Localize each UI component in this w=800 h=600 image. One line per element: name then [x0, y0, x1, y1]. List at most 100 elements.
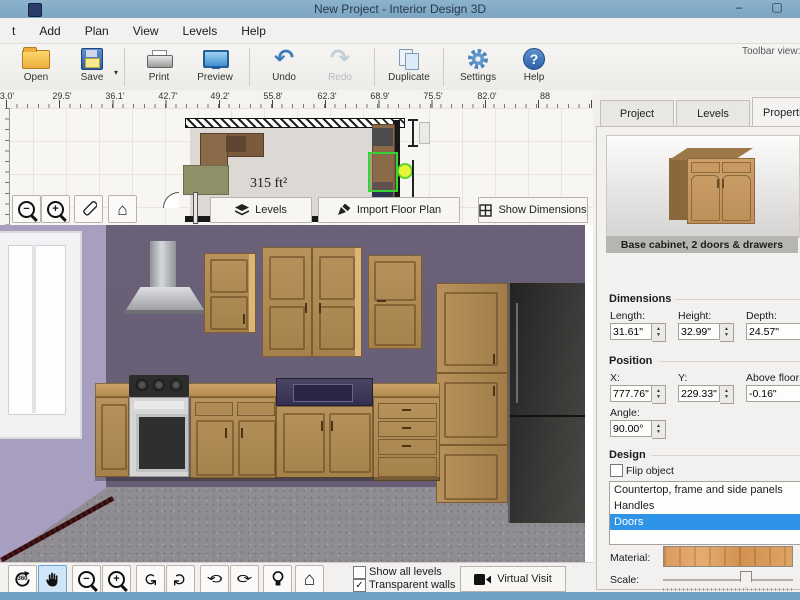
- material-swatch[interactable]: [663, 546, 793, 567]
- tab-project[interactable]: Project: [600, 100, 674, 126]
- print-button[interactable]: Print: [131, 44, 187, 90]
- orbit-right-button[interactable]: ⟳: [230, 565, 259, 593]
- refrigerator[interactable]: [508, 283, 585, 523]
- ruler-label: 49.2': [202, 91, 238, 101]
- ruler-label: 55.8': [255, 91, 291, 101]
- plan-selected-cabinet[interactable]: [368, 152, 398, 192]
- base-cabinet-drawer-stack[interactable]: [373, 397, 440, 481]
- toolbar-separator: [443, 48, 444, 86]
- spinner[interactable]: ▲▼: [720, 385, 734, 404]
- rotate-right-button[interactable]: ↻: [166, 565, 195, 593]
- tall-cabinet[interactable]: [436, 283, 508, 503]
- minimize-button[interactable]: –: [730, 1, 748, 15]
- main-toolbar: Open Save ▾ Print Preview ↶ Undo ↷ Redo …: [0, 44, 800, 91]
- burner: [136, 379, 148, 391]
- menu-item-plan[interactable]: Plan: [75, 21, 119, 41]
- preview-cabinet-front: [687, 158, 755, 224]
- plan-hood[interactable]: [372, 128, 393, 146]
- spinner[interactable]: ▲▼: [652, 420, 666, 439]
- menu-item-view[interactable]: View: [123, 21, 169, 41]
- flip-object-checkbox[interactable]: [610, 464, 623, 477]
- plan-home-button[interactable]: ⌂: [108, 195, 137, 223]
- help-button[interactable]: ? Help: [506, 44, 562, 90]
- menu-item-levels[interactable]: Levels: [173, 21, 228, 41]
- tab-levels[interactable]: Levels: [676, 100, 750, 126]
- above-floor-field[interactable]: [746, 385, 800, 402]
- light-button[interactable]: [263, 565, 292, 593]
- length-field[interactable]: ▲▼: [610, 323, 666, 340]
- ruler-label: 82.0': [469, 91, 505, 101]
- hood-chimney[interactable]: [150, 241, 176, 287]
- x-field[interactable]: ▲▼: [610, 385, 666, 402]
- plan-rug[interactable]: [183, 165, 229, 195]
- depth-field[interactable]: [746, 323, 800, 340]
- orbit-right-icon: ⟳: [237, 573, 253, 585]
- undo-icon: ↶: [274, 48, 294, 70]
- object-preview: [606, 135, 800, 238]
- duplicate-button[interactable]: Duplicate: [381, 44, 437, 90]
- menu-item-add[interactable]: Add: [29, 21, 70, 41]
- settings-button[interactable]: Settings: [450, 44, 506, 90]
- plan-zoom-in-button[interactable]: +: [41, 195, 70, 223]
- tab-properties[interactable]: Properties: [752, 97, 800, 127]
- base-cabinet-sink[interactable]: [276, 406, 373, 478]
- selection-handle-dot[interactable]: [397, 163, 413, 179]
- drawer-front: [237, 402, 275, 416]
- undo-button[interactable]: ↶ Undo: [256, 44, 312, 90]
- window-frame[interactable]: [0, 231, 82, 439]
- base-cabinet-left[interactable]: [95, 397, 129, 477]
- dimension-line: [412, 120, 414, 146]
- y-field[interactable]: ▲▼: [678, 385, 734, 402]
- transparent-walls-label: Transparent walls: [369, 579, 455, 591]
- cabinet-lit-edge: [355, 248, 361, 356]
- fridge-handle: [516, 303, 518, 403]
- wall-cabinet-1[interactable]: [204, 253, 256, 333]
- design-item-handles[interactable]: Handles: [610, 498, 800, 514]
- transparent-walls-checkbox[interactable]: [353, 579, 366, 592]
- save-dropdown-icon[interactable]: ▾: [114, 68, 118, 77]
- spinner[interactable]: ▲▼: [720, 323, 734, 342]
- scale-slider-thumb[interactable]: [740, 571, 752, 588]
- spinner[interactable]: ▲▼: [652, 323, 666, 342]
- title-bar[interactable]: New Project - Interior Design 3D – ▢: [0, 0, 800, 19]
- height-field[interactable]: ▲▼: [678, 323, 734, 340]
- menu-item-help[interactable]: Help: [231, 21, 276, 41]
- measure-tool-button[interactable]: [74, 195, 103, 223]
- base-cabinet-drawers-doors[interactable]: [190, 397, 276, 479]
- orbit-left-button[interactable]: ⟲: [200, 565, 229, 593]
- app-window: New Project - Interior Design 3D – ▢ t A…: [0, 0, 800, 600]
- stove-cooktop[interactable]: [129, 375, 189, 397]
- viewport-3d[interactable]: [0, 225, 585, 562]
- stove-oven[interactable]: [129, 397, 189, 477]
- plan-door-leaf[interactable]: [193, 192, 198, 224]
- wall-cabinet-2[interactable]: [262, 247, 362, 357]
- import-floor-plan-button[interactable]: Import Floor Plan: [318, 197, 460, 223]
- floor-plan-canvas[interactable]: 315 ft² − + ⌂ Levels Import Floor Plan: [0, 108, 593, 225]
- scale-slider-track[interactable]: [663, 579, 793, 581]
- angle-field[interactable]: ▲▼: [610, 420, 666, 437]
- zoom-out-button[interactable]: −: [72, 565, 101, 593]
- maximize-button[interactable]: ▢: [768, 1, 786, 15]
- save-button[interactable]: Save: [64, 44, 120, 90]
- home-view-button[interactable]: ⌂: [295, 565, 324, 593]
- show-all-levels-checkbox[interactable]: [353, 566, 366, 579]
- plan-zoom-out-button[interactable]: −: [12, 195, 41, 223]
- dimension-tick: [408, 145, 418, 147]
- rotate-left-button[interactable]: ↺: [136, 565, 165, 593]
- sink-counter[interactable]: [276, 378, 373, 406]
- preview-button[interactable]: Preview: [187, 44, 243, 90]
- design-item-doors[interactable]: Doors: [610, 514, 800, 530]
- menu-item-partial[interactable]: t: [2, 21, 25, 41]
- levels-button[interactable]: Levels: [210, 197, 312, 223]
- spinner[interactable]: ▲▼: [652, 385, 666, 404]
- design-item-countertop[interactable]: Countertop, frame and side panels: [610, 482, 800, 498]
- pan-hand-button[interactable]: [38, 565, 67, 593]
- zoom-in-button[interactable]: +: [102, 565, 131, 593]
- lightbulb-icon: [272, 571, 284, 588]
- redo-button[interactable]: ↷ Redo: [312, 44, 368, 90]
- virtual-visit-button[interactable]: Virtual Visit: [460, 566, 566, 592]
- show-dimensions-button[interactable]: Show Dimensions: [478, 197, 588, 223]
- wall-cabinet-3[interactable]: [368, 255, 422, 349]
- rotate-360-button[interactable]: 360: [8, 565, 37, 593]
- open-button[interactable]: Open: [8, 44, 64, 90]
